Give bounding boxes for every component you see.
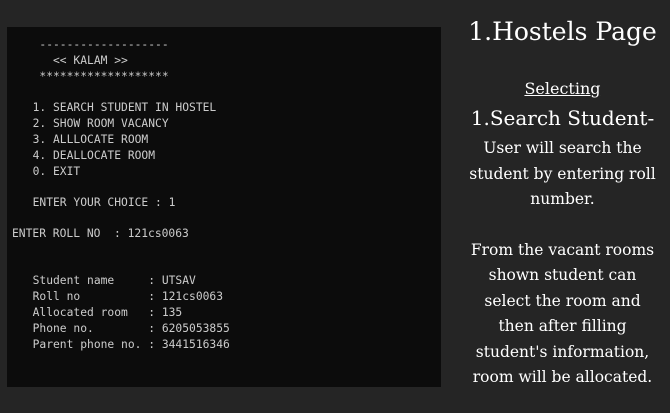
- menu-option-allocate: 3. ALLLOCATE ROOM: [19, 133, 149, 146]
- parent-phone-row: Parent phone no. : 3441516346: [19, 338, 230, 351]
- phone-row: Phone no. : 6205053855: [19, 322, 230, 335]
- description-line: User will search the: [483, 139, 642, 157]
- allocated-room-row: Allocated room : 135: [19, 306, 183, 319]
- description-line: number.: [530, 190, 595, 208]
- choice-prompt: ENTER YOUR CHOICE : 1: [19, 196, 176, 209]
- menu-option-vacancy: 2. SHOW ROOM VACANCY: [19, 117, 169, 130]
- description-line: room will be allocated.: [472, 368, 653, 386]
- description-line: shown student can: [488, 266, 637, 284]
- page-title: 1.Hostels Page: [468, 17, 657, 46]
- description-line: From the vacant rooms: [470, 241, 655, 259]
- menu-border-bottom: *******************: [19, 70, 169, 83]
- description-line: student by entering roll: [469, 165, 656, 183]
- menu-option-search: 1. SEARCH STUDENT IN HOSTEL: [19, 101, 217, 114]
- section-subtitle: 1.Search Student-: [470, 106, 655, 130]
- selecting-label: Selecting: [524, 79, 601, 98]
- roll-no-prompt: ENTER ROLL NO : 121cs0063: [12, 227, 189, 240]
- console-window: ------------------- << KALAM >> ********…: [7, 27, 441, 387]
- description-line: student's information,: [475, 343, 650, 361]
- menu-option-deallocate: 4. DEALLOCATE ROOM: [19, 149, 156, 162]
- description-line: then after filling: [498, 317, 627, 335]
- menu-option-exit: 0. EXIT: [19, 165, 81, 178]
- menu-border-top: -------------------: [19, 38, 169, 51]
- description-line: select the room and: [484, 292, 641, 310]
- menu-title: << KALAM >>: [19, 54, 128, 67]
- description-panel: 1.Hostels Page Selecting 1.Search Studen…: [455, 0, 670, 413]
- student-name-row: Student name : UTSAV: [19, 274, 196, 287]
- roll-no-row: Roll no : 121cs0063: [19, 290, 224, 303]
